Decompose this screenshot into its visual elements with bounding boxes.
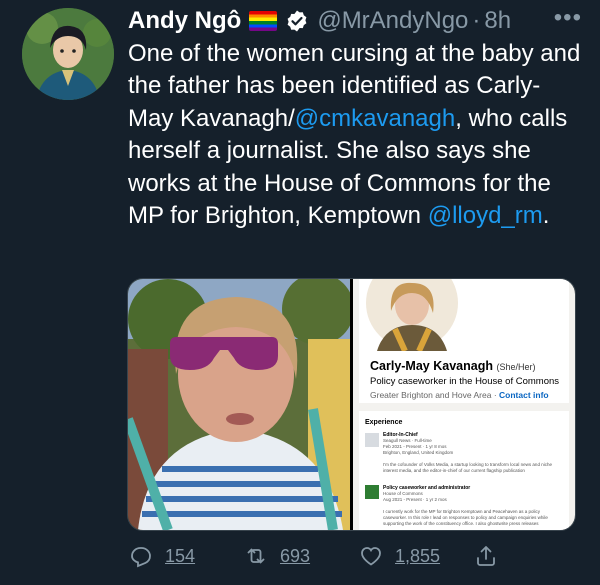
company-logo-icon <box>365 433 379 447</box>
linkedin-name-text: Carly-May Kavanagh <box>370 359 493 373</box>
linkedin-location: Greater Brighton and Hove Area <box>370 390 492 400</box>
separator-dot: · <box>472 7 481 34</box>
linkedin-experience-card: Experience Editor-In-Chief Seagull News … <box>359 411 569 530</box>
experience-company: House of Commons <box>383 491 423 496</box>
verified-badge-icon <box>287 10 307 32</box>
avatar-illustration <box>22 8 114 100</box>
experience-heading: Experience <box>365 419 403 426</box>
experience-item: Editor-In-Chief Seagull News · Full-time… <box>383 432 563 474</box>
retweet-button[interactable]: 693 <box>244 538 310 574</box>
experience-dates: Aug 2021 - Present · 1 yr 2 mos <box>383 497 447 502</box>
linkedin-name: Carly-May Kavanagh (She/Her) <box>370 359 535 373</box>
experience-company: Seagull News · Full-time <box>383 438 432 443</box>
share-button[interactable] <box>474 538 498 574</box>
reply-button[interactable]: 154 <box>129 538 195 574</box>
linkedin-pronouns: (She/Her) <box>496 362 536 372</box>
author-name[interactable]: Andy Ngô <box>128 7 241 35</box>
rainbow-flag-icon <box>249 11 278 31</box>
retweet-count: 693 <box>280 545 311 566</box>
experience-dates: Feb 2021 - Present · 1 yr 8 mos <box>383 444 447 449</box>
tweet-action-bar: 154 693 1,855 <box>127 538 577 574</box>
experience-place: Brighton, England, United Kingdom <box>383 450 454 455</box>
more-options-icon[interactable]: ••• <box>554 4 582 32</box>
linkedin-location-line: Greater Brighton and Hove Area · Contact… <box>370 390 549 400</box>
house-of-commons-logo-icon <box>365 485 379 499</box>
like-count: 1,855 <box>395 545 441 566</box>
author-avatar[interactable] <box>22 8 114 100</box>
tweet-text: One of the women cursing at the baby and… <box>128 38 583 232</box>
heart-icon <box>361 547 381 566</box>
author-handle[interactable]: @MrAndyNgo <box>317 7 468 35</box>
tweet-time[interactable]: 8h <box>484 7 511 35</box>
photo-illustration <box>128 279 350 530</box>
reply-count: 154 <box>165 545 196 566</box>
share-icon <box>477 546 495 566</box>
experience-desc: I'm the cofounder of Volks Media, a star… <box>383 462 552 473</box>
tweet-media[interactable]: Carly-May Kavanagh (She/Her) Policy case… <box>127 278 576 531</box>
experience-desc: I currently work for the MP for Brighton… <box>383 509 548 526</box>
linkedin-headline: Policy caseworker in the House of Common… <box>370 376 560 387</box>
like-button[interactable]: 1,855 <box>359 538 440 574</box>
location-dot: · <box>493 390 497 400</box>
experience-item: Policy caseworker and administrator Hous… <box>383 485 563 527</box>
retweet-icon <box>247 548 265 564</box>
profile-photo <box>366 279 458 351</box>
tweet-header: Andy Ngô @MrAndyNgo · 8h ••• <box>128 4 582 38</box>
mention-link[interactable]: @cmkavanagh <box>295 105 455 132</box>
tweet-text-part: . <box>542 202 550 230</box>
linkedin-header-card: Carly-May Kavanagh (She/Her) Policy case… <box>359 279 569 403</box>
reply-icon <box>131 547 151 568</box>
mention-link[interactable]: @lloyd_rm <box>428 202 543 229</box>
protest-photo[interactable] <box>128 279 350 530</box>
contact-info-link[interactable]: Contact info <box>499 390 549 400</box>
linkedin-profile-screenshot[interactable]: Carly-May Kavanagh (She/Her) Policy case… <box>353 279 575 530</box>
